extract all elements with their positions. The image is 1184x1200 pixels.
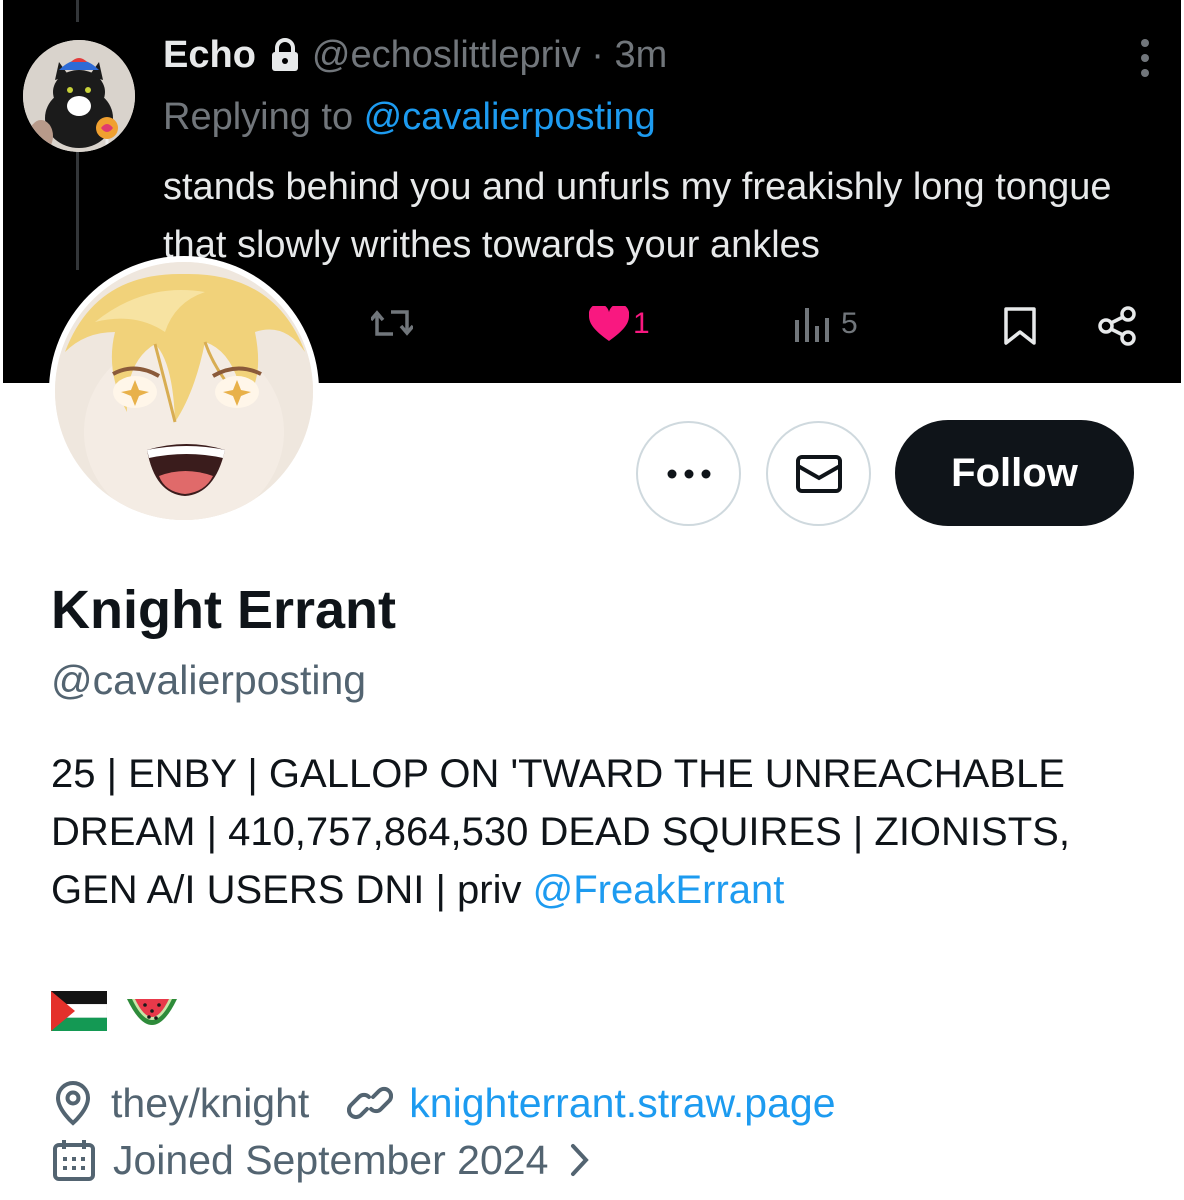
share-button[interactable]: [1097, 306, 1137, 346]
profile-joined-row[interactable]: Joined September 2024: [51, 1134, 608, 1186]
retweet-icon: [371, 310, 413, 336]
link-icon: [347, 1086, 394, 1120]
watermelon-icon: [127, 999, 177, 1025]
more-vertical-icon[interactable]: [1139, 38, 1151, 78]
more-horizontal-icon: [667, 469, 710, 478]
tweet-header: Echo @echoslittlepriv · 3m: [163, 30, 667, 80]
follow-button[interactable]: Follow: [895, 420, 1134, 526]
thread-line: [76, 0, 79, 22]
profile-bio: 25 | ENBY | GALLOP ON 'TWARD THE UNREACH…: [51, 745, 1161, 919]
bookmark-button[interactable]: [1003, 306, 1037, 346]
tweet-author-avatar: [23, 40, 135, 152]
tweet-author-handle[interactable]: @echoslittlepriv: [312, 30, 581, 80]
website-link[interactable]: knighterrant.straw.page: [409, 1077, 835, 1129]
bio-mention[interactable]: @FreakErrant: [533, 868, 785, 912]
separator-dot: ·: [580, 34, 615, 76]
more-options-button[interactable]: [636, 421, 741, 526]
retweet-button[interactable]: [371, 306, 413, 340]
joined-item[interactable]: Joined September 2024: [51, 1134, 608, 1186]
calendar-icon: [53, 1140, 95, 1181]
profile-avatar[interactable]: [49, 256, 319, 526]
heart-icon: [589, 306, 629, 341]
views-count: 5: [841, 307, 858, 340]
profile-meta-row: they/knight knighterrant.straw.page: [51, 1077, 836, 1129]
replying-to: Replying to @cavalierposting: [163, 92, 656, 142]
like-count: 1: [633, 307, 650, 340]
replying-mention[interactable]: @cavalierposting: [364, 96, 656, 138]
palestine-flag-icon: [51, 991, 107, 1031]
profile-display-name: Knight Errant: [51, 580, 396, 640]
message-button[interactable]: [766, 421, 871, 526]
location-item: they/knight: [51, 1077, 309, 1129]
location-pin-icon: [55, 1080, 91, 1126]
website-item[interactable]: knighterrant.straw.page: [347, 1077, 836, 1129]
joined-text: Joined September 2024: [113, 1137, 549, 1183]
views-icon: [795, 308, 829, 342]
lock-icon: [271, 38, 298, 71]
replying-label: Replying to: [163, 96, 364, 138]
envelope-icon: [795, 454, 842, 493]
tweet-time[interactable]: 3m: [614, 30, 667, 80]
bookmark-icon: [1004, 307, 1036, 345]
tweet-author-name[interactable]: Echo: [163, 30, 256, 80]
bio-emoji-row: [51, 988, 179, 1034]
tweet-text: stands behind you and unfurls my freakis…: [163, 166, 1112, 266]
chevron-right-icon: [571, 1144, 590, 1176]
like-button[interactable]: 1: [589, 306, 650, 342]
location-text: they/knight: [111, 1080, 310, 1126]
share-icon: [1098, 306, 1136, 346]
thread-line: [76, 150, 79, 270]
avatar-illustration: [55, 262, 313, 520]
views-button[interactable]: 5: [793, 306, 858, 342]
profile-handle: @cavalierposting: [51, 657, 367, 703]
